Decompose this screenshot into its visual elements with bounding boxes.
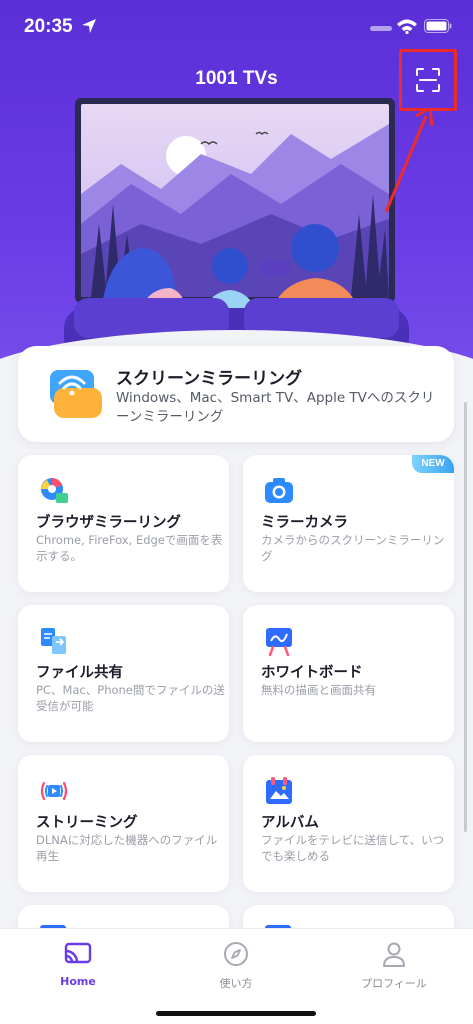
annotation-arrow — [384, 108, 434, 213]
screen-mirroring-card[interactable]: スクリーンミラーリング Windows、Mac、Smart TV、Apple T… — [18, 346, 454, 442]
card-description: Windows、Mac、Smart TV、Apple TVへのスクリーンミラーリ… — [116, 390, 435, 425]
bottom-tab-bar: Home 使い方 プロフィール — [0, 928, 473, 1024]
streaming-icon — [40, 781, 68, 801]
scan-button[interactable] — [399, 49, 457, 111]
card-description: 無料の描画と画面共有 — [261, 683, 376, 697]
card-title: ミラーカメラ — [261, 515, 348, 531]
tab-profile[interactable]: プロフィール — [334, 939, 454, 991]
wifi-icon — [397, 19, 417, 34]
card-title: ストリーミング — [36, 815, 138, 831]
file-share-icon — [41, 628, 66, 654]
screen-mirroring-icon — [50, 370, 102, 418]
tab-how-to-use[interactable]: 使い方 — [176, 939, 296, 991]
card-description: PC、Mac、Phone間でファイルの送受信が可能 — [36, 683, 225, 713]
scan-icon — [416, 68, 440, 92]
compass-icon — [224, 942, 248, 966]
profile-icon — [383, 942, 405, 967]
feature-card-whiteboard[interactable]: ホワイトボード 無料の描画と画面共有 — [243, 605, 454, 742]
card-description: カメラからのスクリーンミラーリング — [261, 533, 445, 563]
card-title: スクリーンミラーリング — [116, 369, 303, 389]
card-description: ファイルをテレビに送信して、いつでも楽しめる — [261, 833, 445, 863]
new-badge: NEW — [412, 455, 454, 473]
location-arrow-icon — [82, 19, 96, 33]
battery-icon — [424, 19, 452, 33]
status-bar: 20:35 — [0, 0, 473, 56]
tab-label: Home — [60, 975, 96, 988]
home-indicator — [156, 1011, 316, 1016]
scrollbar[interactable] — [464, 402, 467, 832]
tab-label: 使い方 — [219, 977, 253, 990]
camera-icon — [265, 478, 293, 503]
feature-card-mirror-camera[interactable]: NEW ミラーカメラ カメラからのスクリーンミラーリング — [243, 455, 454, 592]
card-title: アルバム — [261, 815, 319, 831]
card-description: Chrome, FireFox, Edgeで画面を表示する。 — [36, 533, 223, 563]
camera-pill — [370, 26, 392, 31]
tab-home[interactable]: Home — [18, 939, 138, 988]
feature-card-browser-mirroring[interactable]: ブラウザミラーリング Chrome, FireFox, Edgeで画面を表示する… — [18, 455, 229, 592]
card-title: ブラウザミラーリング — [36, 515, 181, 531]
feature-card-file-share[interactable]: ファイル共有 PC、Mac、Phone間でファイルの送受信が可能 — [18, 605, 229, 742]
tab-label: プロフィール — [361, 977, 427, 990]
whiteboard-icon — [266, 628, 292, 657]
feature-card-streaming[interactable]: ストリーミング DLNAに対応した機器へのファイル再生 — [18, 755, 229, 892]
status-time: 20:35 — [24, 16, 73, 37]
card-title: ファイル共有 — [36, 665, 123, 681]
album-icon — [266, 777, 292, 804]
feature-card-album[interactable]: アルバム ファイルをテレビに送信して、いつでも楽しめる — [243, 755, 454, 892]
browser-icon — [41, 478, 68, 503]
cast-icon — [64, 942, 92, 964]
card-title: ホワイトボード — [261, 665, 363, 681]
card-description: DLNAに対応した機器へのファイル再生 — [36, 833, 218, 863]
